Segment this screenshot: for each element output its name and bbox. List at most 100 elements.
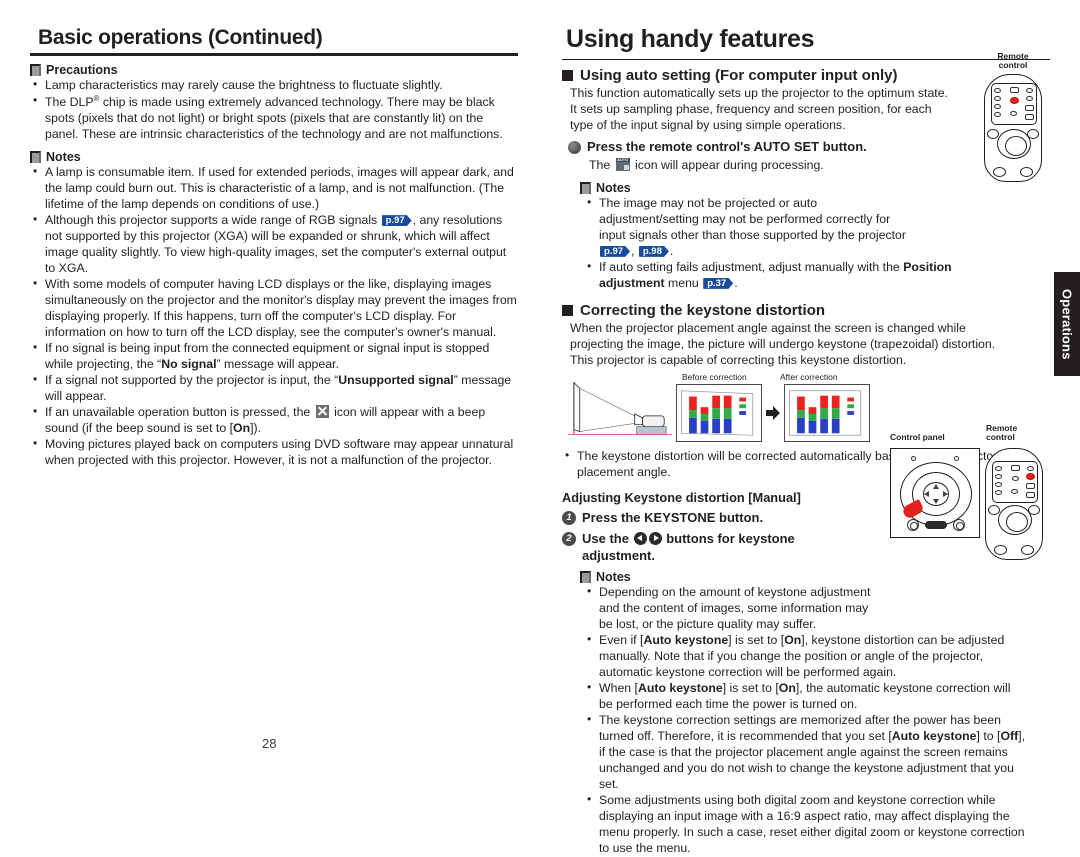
page-ref-badge[interactable]: p.98: [638, 245, 669, 257]
arrow-right-icon: [766, 406, 780, 421]
notes-heading-label: Notes: [46, 150, 81, 165]
step-note-tail: icon will appear during processing.: [635, 157, 824, 172]
remote-button: [988, 504, 1000, 515]
notes-list: A lamp is consumable item. If used for e…: [30, 164, 518, 469]
temp-indicator-icon: [954, 455, 959, 461]
list-item: The keystone correction settings are mem…: [584, 712, 1029, 793]
setting-on: On: [784, 632, 802, 647]
chart-after-svg: [789, 390, 862, 436]
remote-button: [994, 544, 1007, 555]
figure-caption: Remote control: [976, 51, 1050, 71]
page-ref-badge[interactable]: p.37: [703, 277, 734, 289]
remote-keystone-button[interactable]: [1026, 472, 1035, 480]
remote-direction-pad[interactable]: [998, 504, 1032, 535]
return-button[interactable]: [953, 518, 965, 531]
remote-button: [1025, 113, 1034, 120]
precautions-heading-label: Precautions: [46, 63, 118, 78]
remote-body: [985, 447, 1043, 560]
square-bullet-icon: [562, 304, 573, 316]
step2-text-a: Use the: [582, 531, 629, 547]
auto-setting-notes-heading: Notes: [580, 181, 1050, 195]
precautions-heading: Precautions: [30, 63, 518, 77]
keystone-notes-list: Depending on the amount of keystone adju…: [584, 584, 1050, 857]
tab-marker-icon: [580, 181, 591, 194]
list-item: Lamp characteristics may rarely cause th…: [30, 77, 518, 94]
caption-line-2: control: [986, 432, 1015, 443]
keystone-intro-1: When the projector placement angle again…: [570, 321, 996, 352]
auto-setting-step-label: Press the remote control's AUTO SET butt…: [587, 138, 867, 154]
setting-on: On: [778, 680, 796, 695]
left-page: Basic operations (Continued) Precautions…: [0, 0, 540, 763]
remote-button: [994, 87, 1001, 93]
remote-control-illustration-2: [985, 447, 1047, 560]
control-panel-bottom-row: [907, 518, 965, 531]
title-rule: [30, 53, 518, 57]
remote-button-panel: [991, 82, 1037, 125]
arrow-right-button-icon[interactable]: [648, 532, 662, 546]
remote-button-panel: [992, 460, 1038, 503]
menu-auto-keystone: Auto keystone: [643, 632, 729, 647]
remote-button: [995, 465, 1002, 471]
page-ref-badge[interactable]: p.97: [381, 215, 412, 227]
menu-auto-keystone: Auto keystone: [637, 680, 723, 695]
control-panel-illustration: [890, 447, 980, 538]
page-title: Basic operations (Continued): [38, 26, 323, 49]
setting-on: On: [233, 420, 251, 435]
precautions-list: Lamp characteristics may rarely cause th…: [30, 77, 518, 143]
remote-button: [1026, 87, 1033, 93]
remote-button: [1026, 95, 1033, 101]
registered-mark: ®: [93, 94, 100, 104]
figure-remote-control-top: Remote control: [976, 51, 1050, 182]
input-button[interactable]: [907, 518, 919, 531]
remote-direction-pad[interactable]: [997, 128, 1031, 159]
auto-set-icon: AUTO: [615, 157, 630, 171]
keystone-step-1-label: Press the KEYSTONE button.: [582, 510, 764, 526]
page-number-left: 28: [262, 736, 277, 751]
chart-before-svg: [681, 390, 754, 436]
menu-auto-keystone: Auto keystone: [891, 728, 977, 743]
note-text-c: supported by the projector: [763, 227, 906, 242]
remote-button: [1020, 166, 1033, 177]
list-item: The image may not be projected or auto a…: [584, 195, 914, 260]
note-text-a: If auto setting fails adjustment, adjust…: [599, 259, 900, 274]
step-number-2: 2: [562, 532, 576, 547]
keystone-figure: Before correction After correction: [564, 372, 944, 444]
remote-button: [1026, 482, 1035, 489]
section-heading-label: Using auto setting (For computer input o…: [580, 66, 898, 84]
remote-button: [995, 489, 1002, 495]
remote-button: [1012, 475, 1019, 481]
list-item: Depending on the amount of keystone adju…: [584, 584, 874, 633]
thumb-tab-operations[interactable]: Operations: [1054, 272, 1080, 376]
remote-button: [1027, 465, 1034, 471]
chart-before-correction: [676, 384, 762, 443]
thumb-tab-label: Operations: [1059, 288, 1075, 360]
figure-caption-before: Before correction: [682, 372, 747, 383]
arrow-left-button-icon[interactable]: [633, 532, 647, 546]
remote-button: [995, 473, 1002, 479]
remote-button: [1010, 110, 1017, 116]
step-note-head: The: [589, 157, 611, 172]
projector-scene-illustration: [567, 381, 673, 436]
auto-setting-notes-list: The image may not be projected or auto a…: [584, 195, 1050, 292]
note-text-b: menu: [668, 275, 699, 290]
remote-button: [993, 166, 1006, 177]
list-item: When [Auto keystone] is set to [On], the…: [584, 680, 1024, 713]
list-item: Even if [Auto keystone] is set to [On], …: [584, 632, 1024, 681]
square-bullet-icon: [562, 69, 573, 81]
page-ref-badge[interactable]: p.97: [600, 245, 631, 257]
lamp-indicator-icon: [911, 455, 916, 461]
list-item: Some adjustments using both digital zoom…: [584, 792, 1029, 857]
list-item: If an unavailable operation button is pr…: [30, 404, 518, 437]
figure-caption-control-panel: Control panel: [890, 432, 945, 443]
keystone-step-2: 2 Use the buttons for keystone adjustmen…: [562, 531, 852, 564]
setting-off: Off: [1000, 728, 1019, 743]
message-no-signal: No signal: [161, 356, 217, 371]
tab-marker-icon: [580, 570, 591, 583]
remote-auto-set-button[interactable]: [1010, 96, 1019, 104]
power-button[interactable]: [925, 520, 947, 529]
remote-control-illustration: [984, 73, 1042, 182]
list-item: A lamp is consumable item. If used for e…: [30, 164, 518, 213]
caption-line-2: control: [998, 60, 1028, 71]
remote-button: [1026, 491, 1035, 498]
direction-pad-icon: [924, 483, 948, 504]
